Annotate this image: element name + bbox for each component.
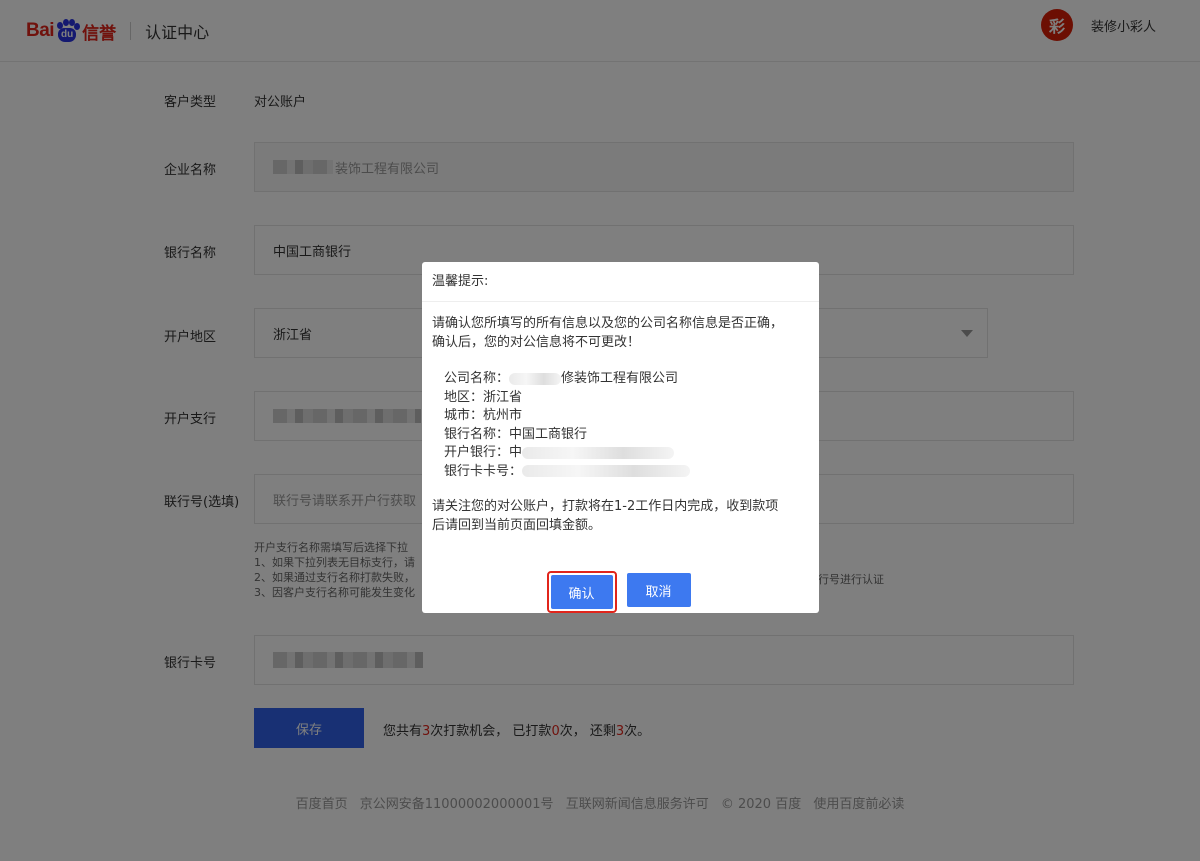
dialog-info: 公司名称： 修装饰工程有限公司 地区：浙江省 城市：杭州市 银行名称：中国工商银行… (432, 370, 809, 481)
dialog-buttons: 确认 取消 (422, 571, 819, 613)
dialog-warning-line: 请确认您所填写的所有信息以及您的公司名称信息是否正确， (432, 316, 784, 331)
info-bank: 银行名称：中国工商银行 (444, 426, 588, 442)
info-branch: 开户银行：中 (444, 444, 809, 463)
info-company: 公司名称： 修装饰工程有限公司 (444, 371, 679, 386)
info-city: 城市：杭州市 (444, 408, 523, 423)
dialog-warning-line: 确认后，您的对公信息将不可更改！ (432, 335, 641, 350)
confirm-highlight: 确认 (546, 571, 617, 613)
dialog-notice: 请关注您的对公账户，打款将在1-2工作日内完成，收到款项 后请回到当前页面回填金… (432, 499, 779, 533)
confirm-dialog: 温馨提示: 请确认您所填写的所有信息以及您的公司名称信息是否正确， 确认后，您的… (422, 262, 819, 613)
cancel-button[interactable]: 取消 (626, 573, 691, 607)
confirm-button[interactable]: 确认 (550, 575, 613, 609)
info-region: 地区：浙江省 (444, 389, 523, 405)
dialog-title: 温馨提示: (422, 262, 819, 302)
dialog-body: 请确认您所填写的所有信息以及您的公司名称信息是否正确， 确认后，您的对公信息将不… (422, 302, 819, 535)
info-card: 银行卡卡号： (444, 463, 809, 482)
